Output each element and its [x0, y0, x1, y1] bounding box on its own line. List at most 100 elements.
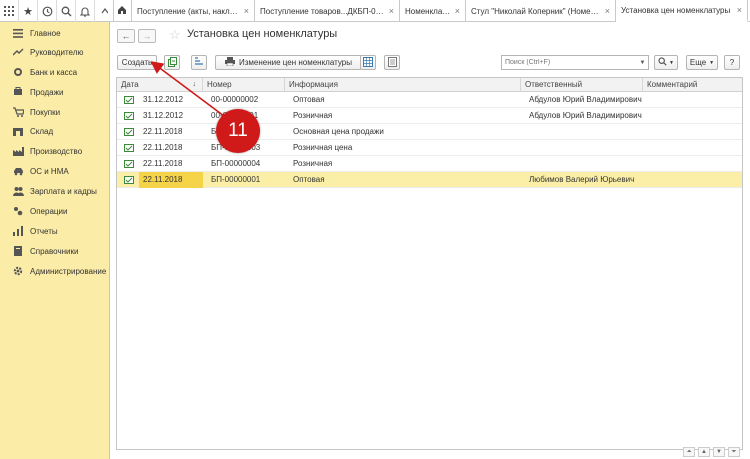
close-icon[interactable]: × — [455, 6, 460, 16]
sidebar-item-label: Администрирование — [30, 266, 107, 276]
sidebar-item-label: Операции — [30, 206, 68, 216]
sidebar-item-purchases[interactable]: Покупки — [0, 103, 110, 121]
cell-comment — [647, 140, 742, 156]
home-icon — [117, 5, 127, 18]
favorites-star-icon[interactable]: ★ — [19, 0, 38, 22]
cell-info: Оптовая — [293, 175, 325, 184]
tab-chair-item[interactable]: Стул "Николай Коперник" (Номенк... × — [466, 0, 616, 22]
scroll-up-button[interactable]: ▲ — [698, 447, 710, 457]
tab-label: Поступление товаров...ДКБП-000006 — [260, 6, 385, 16]
price-change-label: Изменение цен номенклатуры — [238, 58, 352, 67]
cell-number: БП-00000001 — [211, 175, 261, 184]
document-posted-icon — [124, 96, 134, 104]
sidebar-item-label: Отчеты — [30, 226, 58, 236]
report-grid-button[interactable] — [360, 55, 376, 70]
forward-button[interactable]: → — [138, 29, 156, 43]
report-icon — [12, 225, 24, 237]
column-header-info[interactable]: Информация — [285, 78, 521, 92]
copy-button[interactable] — [164, 55, 180, 70]
table-row-selected[interactable]: 22.11.2018 БП-00000001 Оптовая Любимов В… — [117, 172, 742, 188]
sidebar-item-fixed-assets[interactable]: ОС и НМА — [0, 162, 110, 180]
favorite-star-icon[interactable]: ☆ — [169, 27, 181, 43]
column-header-date[interactable]: Дата ↓ — [117, 78, 203, 92]
cell-info: Основная цена продажи — [293, 127, 384, 136]
search-dropdown-button[interactable]: ▼ — [637, 55, 649, 70]
printer-icon — [224, 57, 235, 68]
search-input[interactable] — [501, 55, 649, 70]
arrow-right-icon: → — [142, 31, 152, 41]
sidebar-item-label: Руководителю — [30, 47, 84, 57]
table-row[interactable]: 31.12.2012 00-00000001 Розничная Абдулов… — [117, 108, 742, 124]
apps-grid-icon[interactable] — [0, 0, 19, 22]
document-posted-icon — [124, 144, 134, 152]
notifications-bell-icon[interactable] — [76, 0, 95, 22]
search-icon[interactable] — [57, 0, 76, 22]
cell-date: 22.11.2018 — [143, 143, 183, 152]
sidebar-item-payroll[interactable]: Зарплата и кадры — [0, 182, 110, 200]
tab-goods-receipt[interactable]: Поступление товаров...ДКБП-000006 × — [255, 0, 400, 22]
more-button[interactable]: Еще ▼ — [686, 55, 718, 70]
cell-date: 22.11.2018 — [143, 127, 183, 136]
create-button[interactable]: Создать — [117, 55, 157, 70]
gear-icon — [12, 265, 24, 277]
tab-label: Поступление (акты, накладные) — [137, 6, 240, 16]
copy-doc-icon — [167, 56, 177, 69]
scroll-top-button[interactable]: ⏶ — [683, 447, 695, 457]
sidebar-item-warehouse[interactable]: Склад — [0, 122, 110, 140]
tab-receipts[interactable]: Поступление (акты, накладные) × — [132, 0, 255, 22]
sidebar-item-admin[interactable]: Администрирование — [0, 262, 110, 280]
sidebar-item-production[interactable]: Производство — [0, 142, 110, 160]
coins-icon — [12, 66, 24, 78]
search-options-button[interactable]: ▼ — [654, 55, 678, 70]
cell-responsible — [525, 124, 643, 140]
chevron-down-icon: ▼ — [669, 59, 674, 66]
table-row[interactable]: 22.11.2018 БП-00000004 Розничная — [117, 156, 742, 172]
tab-home[interactable] — [112, 0, 132, 22]
table-row[interactable]: 22.11.2018 БП-00000002 Основная цена про… — [117, 124, 742, 140]
search-icon — [658, 57, 667, 68]
cell-info: Розничная цена — [293, 143, 353, 152]
cell-info: Розничная — [293, 159, 333, 168]
up-icon: ▲ — [701, 449, 707, 455]
close-icon[interactable]: × — [389, 6, 394, 16]
scroll-bottom-button[interactable]: ⏷ — [728, 447, 740, 457]
tab-bar: Поступление (акты, накладные) × Поступле… — [112, 0, 748, 22]
tab-label: Стул "Николай Коперник" (Номенк... — [471, 6, 601, 16]
tab-price-setting[interactable]: Установка цен номенклатуры × — [616, 0, 748, 22]
cell-comment — [647, 108, 742, 124]
close-icon[interactable]: × — [244, 6, 249, 16]
scroll-down-button[interactable]: ▼ — [713, 447, 725, 457]
sidebar-item-label: Зарплата и кадры — [30, 186, 97, 196]
close-icon[interactable]: × — [737, 5, 742, 15]
double-up-icon: ⏶ — [686, 448, 692, 455]
cell-responsible — [525, 140, 643, 156]
close-icon[interactable]: × — [605, 6, 610, 16]
price-change-button[interactable]: Изменение цен номенклатуры — [215, 55, 362, 70]
column-header-responsible[interactable]: Ответственный — [521, 78, 643, 92]
sidebar-item-manager[interactable]: Руководителю — [0, 43, 110, 61]
sidebar-item-main[interactable]: Главное — [0, 24, 110, 42]
cell-responsible: Абдулов Юрий Владимирович — [529, 111, 642, 120]
sidebar-item-bank[interactable]: Банк и касса — [0, 63, 110, 81]
document-posted-icon — [124, 160, 134, 168]
tab-nomenclature[interactable]: Номенклатура × — [400, 0, 466, 22]
structure-button[interactable] — [191, 55, 207, 70]
sidebar-item-sales[interactable]: Продажи — [0, 83, 110, 101]
down-icon: ▼ — [716, 449, 722, 455]
list-button[interactable] — [384, 55, 400, 70]
tab-label: Номенклатура — [405, 6, 451, 16]
column-header-comment[interactable]: Комментарий — [643, 78, 742, 92]
help-button[interactable]: ? — [724, 55, 740, 70]
column-header-number[interactable]: Номер — [203, 78, 285, 92]
back-button[interactable]: ← — [117, 29, 135, 43]
sidebar-item-operations[interactable]: Операции — [0, 202, 110, 220]
table-row[interactable]: 22.11.2018 БП-00000003 Розничная цена — [117, 140, 742, 156]
sidebar-item-label: Склад — [30, 126, 54, 136]
sidebar-item-reports[interactable]: Отчеты — [0, 222, 110, 240]
history-icon[interactable] — [38, 0, 57, 22]
cell-responsible — [525, 156, 643, 172]
table-row[interactable]: 31.12.2012 00-00000002 Оптовая Абдулов Ю… — [117, 92, 742, 108]
cell-number: 00-00000002 — [211, 95, 259, 104]
factory-icon — [12, 145, 24, 157]
sidebar-item-references[interactable]: Справочники — [0, 242, 110, 260]
